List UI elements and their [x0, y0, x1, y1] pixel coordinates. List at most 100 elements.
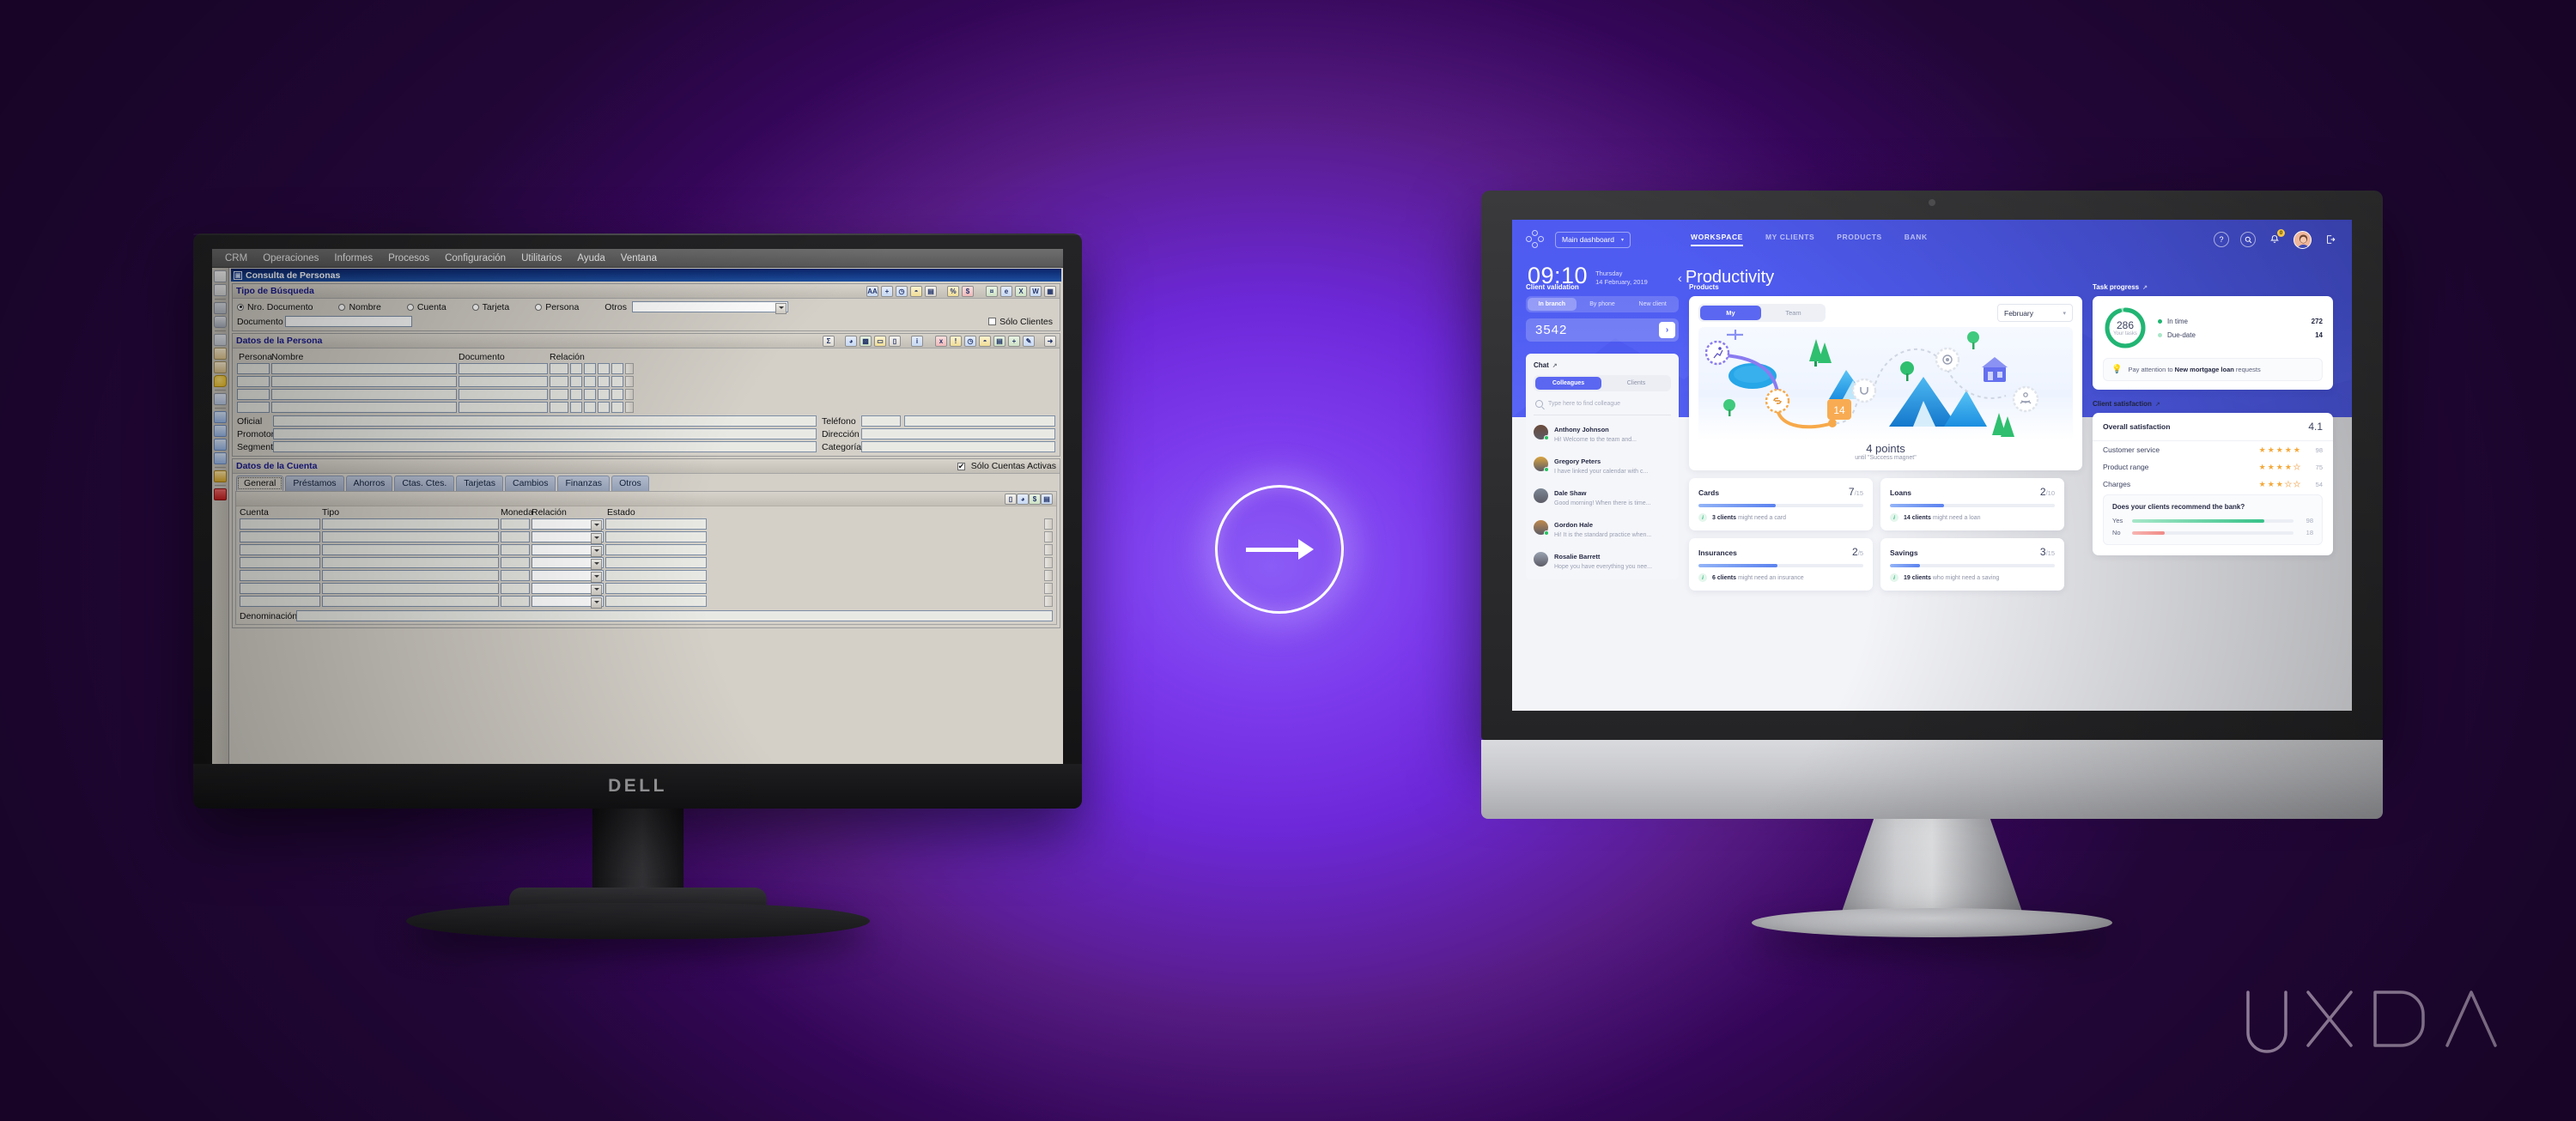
- list-item[interactable]: Rosalie Barrett Hope you have everything …: [1534, 542, 1671, 574]
- cell-tipo[interactable]: [322, 583, 499, 594]
- cell-moneda[interactable]: [501, 570, 530, 581]
- hint-icon[interactable]: [214, 375, 227, 387]
- tab-colleagues[interactable]: Colleagues: [1535, 377, 1601, 390]
- next-record-icon[interactable]: [214, 439, 227, 451]
- chat-search[interactable]: Type here to find colleague: [1534, 398, 1671, 415]
- radio-dot[interactable]: [237, 303, 244, 311]
- tab-tarjetas[interactable]: Tarjetas: [456, 476, 504, 491]
- table-row[interactable]: [240, 570, 1053, 583]
- cell-tipo[interactable]: [322, 544, 499, 555]
- save-icon[interactable]: [214, 302, 227, 314]
- table-row[interactable]: [237, 363, 1055, 374]
- cell-cuenta[interactable]: [240, 596, 320, 607]
- person-alert-icon[interactable]: !: [950, 335, 962, 347]
- account-tabs[interactable]: General Préstamos Ahorros Ctas. Ctes. Ta…: [233, 474, 1060, 491]
- radio-dot[interactable]: [338, 303, 346, 311]
- workspace-selector[interactable]: Main dashboard ▾: [1555, 231, 1631, 248]
- chat-tabs[interactable]: Colleagues Clients: [1534, 375, 1671, 391]
- avatar[interactable]: [2293, 230, 2312, 249]
- documento-input[interactable]: [285, 316, 412, 327]
- table-row[interactable]: [240, 518, 1053, 531]
- table-row[interactable]: [237, 376, 1055, 387]
- cell-moneda[interactable]: [501, 557, 530, 568]
- exit-icon[interactable]: [214, 488, 227, 500]
- report-grid-icon[interactable]: ▤: [925, 285, 937, 297]
- cell-flag-4[interactable]: [611, 376, 623, 387]
- cell-estado[interactable]: [605, 570, 707, 581]
- tab-otros[interactable]: Otros: [611, 476, 649, 491]
- cell-cuenta[interactable]: [240, 570, 320, 581]
- cell-relacion[interactable]: [532, 583, 604, 596]
- cell-flag-2[interactable]: [584, 376, 596, 387]
- cell-relacion[interactable]: [532, 570, 604, 583]
- cell-moneda[interactable]: [501, 518, 530, 530]
- history-icon[interactable]: ◷: [896, 285, 908, 297]
- tab-general[interactable]: General: [236, 476, 284, 491]
- cell-tipo[interactable]: [322, 531, 499, 542]
- folder-icon[interactable]: ▭: [874, 335, 886, 347]
- table-row[interactable]: [240, 557, 1053, 570]
- cell-persona[interactable]: [237, 389, 270, 400]
- radio-nombre[interactable]: Nombre: [338, 302, 381, 312]
- excel-export-icon[interactable]: X: [1015, 285, 1027, 297]
- word-export-icon[interactable]: W: [1030, 285, 1042, 297]
- menu-item-configuracion[interactable]: Configuración: [437, 251, 513, 265]
- menu-item-informes[interactable]: Informes: [326, 251, 380, 265]
- tab-cambios[interactable]: Cambios: [505, 476, 556, 491]
- task-tip[interactable]: 💡 Pay attention to New mortgage loan req…: [2103, 358, 2323, 381]
- cell-cuenta[interactable]: [240, 518, 320, 530]
- cell-flag-1[interactable]: [570, 402, 582, 413]
- radio-tarjeta[interactable]: Tarjeta: [471, 302, 509, 312]
- cell-flag-1[interactable]: [570, 389, 582, 400]
- cell-relacion[interactable]: [532, 557, 604, 570]
- cell-nombre[interactable]: [271, 376, 457, 387]
- lock-icon[interactable]: [214, 470, 227, 482]
- person-add-icon[interactable]: +: [1008, 335, 1020, 347]
- sum-icon[interactable]: Σ: [823, 335, 835, 347]
- cell-documento[interactable]: [459, 402, 548, 413]
- client-validation-tabs[interactable]: In branch By phone New client: [1526, 296, 1679, 312]
- person-info-icon[interactable]: i: [911, 335, 923, 347]
- cell-documento[interactable]: [459, 363, 548, 374]
- row-scrollbar[interactable]: [625, 376, 634, 387]
- internet-explorer-icon[interactable]: e: [1000, 285, 1012, 297]
- menu-item-procesos[interactable]: Procesos: [380, 251, 437, 265]
- product-stat-card[interactable]: Savings 3/15 i 19 clients who might need a …: [1880, 538, 2064, 591]
- nav-link-products[interactable]: PRODUCTS: [1837, 233, 1882, 246]
- campaign-icon[interactable]: ◓: [910, 285, 922, 297]
- expand-icon[interactable]: ↗: [2142, 284, 2148, 291]
- delete-icon[interactable]: [214, 284, 227, 296]
- month-selector[interactable]: February ▾: [1997, 304, 2073, 322]
- binoculars-search-icon[interactable]: AA: [866, 285, 878, 297]
- denominacion-input[interactable]: [296, 610, 1053, 621]
- cell-flag-1[interactable]: [570, 363, 582, 374]
- tab-prestamos[interactable]: Préstamos: [285, 476, 344, 491]
- solo-clientes-checkbox[interactable]: [988, 318, 997, 325]
- row-scrollbar[interactable]: [1044, 544, 1053, 555]
- previous-record-icon[interactable]: [214, 425, 227, 437]
- nav-link-workspace[interactable]: WORKSPACE: [1690, 233, 1743, 246]
- search-icon[interactable]: [2240, 232, 2256, 247]
- note-icon[interactable]: ▯: [889, 335, 901, 347]
- cell-moneda[interactable]: [501, 583, 530, 594]
- client-number-input[interactable]: 3542 ›: [1526, 318, 1679, 342]
- row-scrollbar[interactable]: [625, 402, 634, 413]
- add-person-icon[interactable]: +: [881, 285, 893, 297]
- product-stat-card[interactable]: Loans 2/10 i 14 clients might need a loan: [1880, 478, 2064, 530]
- radio-persona[interactable]: Persona: [535, 302, 579, 312]
- cell-estado[interactable]: [605, 583, 707, 594]
- row-scrollbar[interactable]: [1044, 518, 1053, 530]
- person-search-icon[interactable]: ◕: [845, 335, 857, 347]
- notifications-bell-icon[interactable]: 0: [2267, 229, 2285, 247]
- cell-flag-3[interactable]: [598, 402, 610, 413]
- nav-link-bank[interactable]: BANK: [1905, 233, 1928, 246]
- brand-logo-icon[interactable]: [1526, 230, 1545, 249]
- table-row[interactable]: [240, 544, 1053, 557]
- cell-relacion[interactable]: [532, 531, 604, 544]
- account-movements-icon[interactable]: ▤: [1041, 493, 1053, 505]
- cell-flag-4[interactable]: [611, 402, 623, 413]
- account-detail-icon[interactable]: ◕: [1017, 493, 1029, 505]
- cell-relacion[interactable]: [550, 363, 568, 374]
- expand-icon[interactable]: ↗: [2155, 401, 2160, 408]
- person-delete-icon[interactable]: x: [935, 335, 947, 347]
